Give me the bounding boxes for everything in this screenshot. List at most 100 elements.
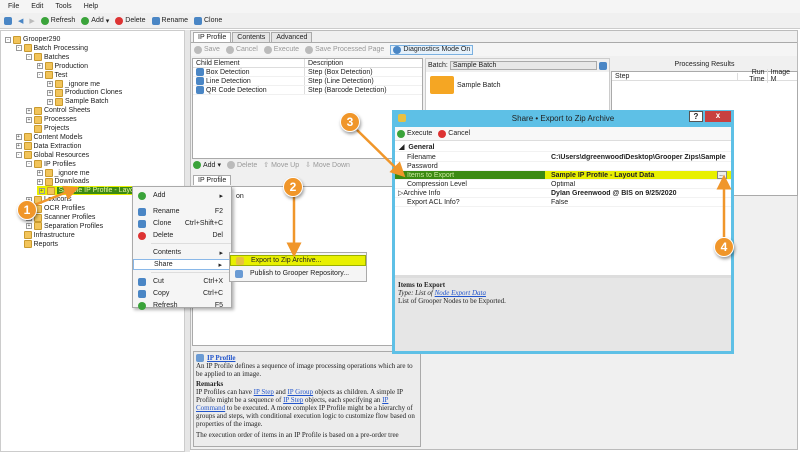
menu-item-copy[interactable]: Copy Ctrl+C <box>133 288 231 299</box>
property-row[interactable]: Password <box>395 162 731 171</box>
expander-icon[interactable]: + <box>36 63 43 70</box>
tree-node[interactable]: + Production <box>36 62 88 71</box>
tab-lower-ip-profile[interactable]: IP Profile <box>193 175 232 185</box>
expander-icon[interactable]: + <box>36 170 43 176</box>
tree-node[interactable]: + Sample Batch <box>47 97 109 106</box>
forward-icon[interactable]: ▶ <box>29 17 34 25</box>
tree-node[interactable]: + Downloads <box>36 177 89 186</box>
dialog-execute-button[interactable]: Execute <box>397 129 432 138</box>
menu-help[interactable]: Help <box>84 3 98 10</box>
ellipsis-button[interactable]: ... <box>717 171 727 179</box>
expander-icon[interactable]: + <box>47 81 53 87</box>
dialog-help-button[interactable]: ? <box>689 111 703 122</box>
tree-node[interactable]: Projects <box>26 124 69 133</box>
cancel-button[interactable]: Cancel <box>225 45 258 54</box>
menu-item-add[interactable]: Add ▸ <box>133 190 231 201</box>
ip-step-link[interactable]: IP Step <box>254 388 274 396</box>
rename-button[interactable]: Rename <box>151 16 188 25</box>
move-down-button[interactable]: ⇩ Move Down <box>305 161 350 170</box>
tree-node[interactable]: Infrastructure <box>16 231 75 240</box>
menu-item-refresh[interactable]: Refresh F5 <box>133 300 231 311</box>
refresh-button[interactable]: Refresh <box>40 16 75 25</box>
property-row[interactable]: Export ACL Info? False <box>395 198 731 207</box>
menu-item-share[interactable]: Share ▸ <box>133 259 231 270</box>
tree-node[interactable]: - Batch Processing <box>15 44 88 53</box>
property-row[interactable]: Compression Level Optimal <box>395 180 731 189</box>
tree-icon[interactable] <box>4 16 12 25</box>
tab-contents[interactable]: Contents <box>232 32 271 42</box>
add-button[interactable]: Add ▾ <box>81 16 109 25</box>
tree-node-label: Global Resources <box>33 151 90 159</box>
expander-icon[interactable]: + <box>36 178 43 185</box>
menu-item-contents[interactable]: Contents ▸ <box>133 247 231 258</box>
tree-node[interactable]: + Control Sheets <box>26 106 90 115</box>
save-processed-page-button[interactable]: Save Processed Page <box>305 45 384 54</box>
expander-icon[interactable]: - <box>15 45 22 52</box>
expander-icon[interactable]: - <box>36 72 43 79</box>
tab-ip-profile[interactable]: IP Profile <box>193 32 232 42</box>
expander-icon[interactable]: + <box>47 89 53 96</box>
tree-node[interactable]: + Production Clones <box>47 88 122 97</box>
batch-options-icon[interactable] <box>599 61 607 70</box>
child-delete-button[interactable]: Delete <box>226 161 257 169</box>
property-row[interactable]: Items to Export Sample IP Profile - Layou… <box>395 171 731 180</box>
dialog-close-button[interactable]: x <box>705 111 731 122</box>
expander-icon[interactable]: + <box>15 143 22 150</box>
help-title-link[interactable]: IP Profile <box>207 354 235 362</box>
property-row[interactable]: ▷ Archive Info Dylan Greenwood @ BIS on 9… <box>395 189 731 198</box>
menu-item-cut[interactable]: Cut Ctrl+X <box>133 276 231 287</box>
clone-button[interactable]: Clone <box>193 16 222 25</box>
tree-node[interactable]: + Content Models <box>15 133 83 142</box>
collapse-icon[interactable]: ◢ <box>395 143 408 151</box>
tree-node[interactable]: - Global Resources <box>15 151 90 160</box>
tree-node[interactable]: - Grooper290 <box>5 35 60 44</box>
expander-icon[interactable]: - <box>5 36 11 43</box>
tree-node[interactable]: + Processes <box>26 115 77 124</box>
execute-button[interactable]: Execute <box>263 45 299 54</box>
tree-node[interactable]: - Test <box>36 71 67 80</box>
menu-item-publish[interactable]: Publish to Grooper Repository... <box>230 268 366 279</box>
menu-file[interactable]: File <box>8 3 19 10</box>
back-icon[interactable]: ◀ <box>18 17 23 25</box>
expander-icon[interactable]: + <box>47 98 53 105</box>
category-general[interactable]: ◢ General <box>395 143 731 152</box>
expander-icon[interactable]: + <box>26 116 32 123</box>
menu-edit[interactable]: Edit <box>31 3 43 10</box>
delete-button[interactable]: Delete <box>115 16 146 25</box>
tree-node[interactable]: Reports <box>16 240 58 249</box>
menu-tools[interactable]: Tools <box>55 3 71 10</box>
expander-icon[interactable]: - <box>26 54 32 61</box>
batch-select[interactable]: Sample Batch <box>449 61 597 70</box>
property-row[interactable]: Filename C:\Users\dgreenwood\Desktop\Groo… <box>395 153 731 162</box>
expander-icon[interactable]: - <box>15 152 22 159</box>
menu-item-clone[interactable]: Clone Ctrl+Shift+C <box>133 218 231 229</box>
table-row[interactable]: Line Detection Step (Line Detection) <box>193 77 422 86</box>
tree-node[interactable]: +Scanner Profiles <box>26 213 95 222</box>
tab-advanced[interactable]: Advanced <box>271 32 313 42</box>
save-button[interactable]: Save <box>194 45 220 54</box>
child-add-button[interactable]: Add ▾ <box>193 161 221 169</box>
tree-node[interactable]: - Batches <box>26 53 69 62</box>
dialog-cancel-button[interactable]: Cancel <box>438 129 470 138</box>
expander-icon[interactable]: + <box>15 134 22 141</box>
expander-icon[interactable]: + <box>26 223 32 230</box>
batch-node[interactable]: Sample Batch <box>457 82 501 89</box>
menu-item-export-zip[interactable]: Export to Zip Archive... <box>230 255 366 266</box>
tree-node[interactable]: - IP Profiles <box>26 160 76 169</box>
ip-group-link[interactable]: IP Group <box>287 388 313 396</box>
table-row[interactable]: Box Detection Step (Box Detection) <box>193 68 422 77</box>
expander-icon[interactable]: + <box>38 187 45 194</box>
node-export-data-link[interactable]: Node Export Data <box>435 289 486 297</box>
move-up-button[interactable]: ⇧ Move Up <box>263 161 299 170</box>
expander-icon[interactable]: + <box>26 107 32 114</box>
tree-node[interactable]: + _ignore me <box>36 169 90 178</box>
menu-item-rename[interactable]: Rename F2 <box>133 206 231 217</box>
expander-icon[interactable]: - <box>26 161 32 168</box>
diagnostics-toggle[interactable]: Diagnostics Mode On <box>390 44 474 55</box>
tree-node[interactable]: + Separation Profiles <box>26 222 103 231</box>
menu-item-delete[interactable]: Delete Del <box>133 230 231 241</box>
tree-node[interactable]: + _ignore me <box>47 80 100 89</box>
table-row[interactable]: QR Code Detection Step (Barcode Detection… <box>193 86 422 95</box>
tree-node[interactable]: + Data Extraction <box>15 142 81 151</box>
ip-step-link[interactable]: IP Step <box>283 396 303 404</box>
